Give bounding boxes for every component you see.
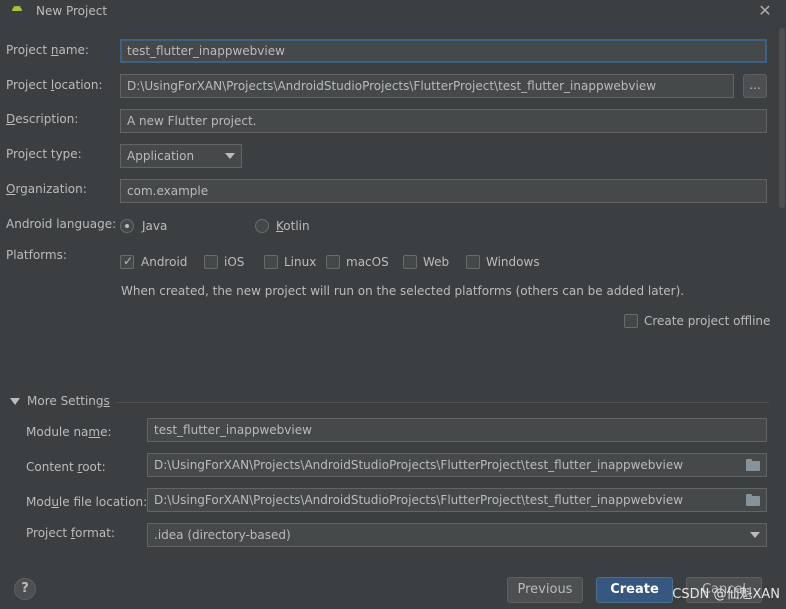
linux-platform-label[interactable]: Linux: [284, 255, 316, 269]
section-divider: [116, 402, 769, 403]
project-format-value: .idea (directory-based): [154, 528, 291, 542]
project-name-input[interactable]: test_flutter_inappwebview: [120, 39, 767, 63]
android-platform-label[interactable]: Android: [141, 255, 187, 269]
check-icon: ✓: [123, 254, 134, 268]
more-settings-toggle[interactable]: More Settings: [27, 394, 110, 408]
project-format-select[interactable]: .idea (directory-based): [147, 523, 767, 547]
content-root-input[interactable]: D:\UsingForXAN\Projects\AndroidStudioPro…: [147, 453, 767, 477]
web-platform-label[interactable]: Web: [423, 255, 449, 269]
project-name-label: Project name:: [6, 43, 89, 57]
linux-checkbox[interactable]: [264, 255, 278, 269]
module-file-location-input[interactable]: D:\UsingForXAN\Projects\AndroidStudioPro…: [147, 488, 767, 512]
project-type-label: Project type:: [6, 147, 82, 161]
window-title: New Project: [36, 4, 108, 18]
windows-checkbox[interactable]: [466, 255, 480, 269]
android-language-label: Android language:: [6, 217, 117, 231]
ios-platform-label[interactable]: iOS: [224, 255, 244, 269]
macos-checkbox[interactable]: [326, 255, 340, 269]
close-icon[interactable]: ✕: [756, 2, 774, 20]
description-label: Description:: [6, 112, 79, 126]
kotlin-label[interactable]: Kotlin: [276, 219, 310, 233]
chevron-down-icon: [750, 532, 760, 538]
web-checkbox[interactable]: [403, 255, 417, 269]
project-type-select[interactable]: Application: [120, 144, 242, 168]
organization-label: Organization:: [6, 182, 87, 196]
title-bar: New Project ✕: [0, 0, 786, 24]
description-input[interactable]: A new Flutter project.: [120, 109, 767, 133]
module-file-location-label: Module file location:: [26, 495, 148, 509]
android-icon: [12, 5, 22, 11]
organization-input[interactable]: com.example: [120, 179, 767, 203]
help-button[interactable]: ?: [14, 578, 36, 600]
ios-checkbox[interactable]: [204, 255, 218, 269]
create-button[interactable]: Create: [596, 577, 673, 603]
module-name-input[interactable]: test_flutter_inappwebview: [147, 418, 767, 442]
project-location-input[interactable]: D:\UsingForXAN\Projects\AndroidStudioPro…: [120, 74, 734, 98]
vertical-scrollbar[interactable]: [779, 28, 785, 208]
previous-button[interactable]: Previous: [507, 577, 583, 603]
folder-icon[interactable]: [746, 494, 760, 506]
browse-location-button[interactable]: ...: [743, 74, 767, 98]
offline-checkbox[interactable]: [624, 314, 638, 328]
macos-platform-label[interactable]: macOS: [346, 255, 389, 269]
kotlin-radio[interactable]: [255, 219, 269, 233]
chevron-down-icon: [225, 153, 235, 159]
java-radio[interactable]: [120, 219, 134, 233]
project-format-label: Project format:: [26, 526, 115, 540]
collapse-triangle-icon[interactable]: [10, 398, 20, 405]
platforms-hint: When created, the new project will run o…: [121, 284, 685, 298]
project-location-label: Project location:: [6, 78, 103, 92]
java-label[interactable]: Java: [142, 219, 167, 233]
windows-platform-label[interactable]: Windows: [486, 255, 540, 269]
platforms-label: Platforms:: [6, 248, 67, 262]
folder-icon[interactable]: [746, 459, 760, 471]
android-checkbox[interactable]: ✓: [120, 254, 134, 269]
content-root-label: Content root:: [26, 460, 106, 474]
module-name-label: Module name:: [26, 425, 112, 439]
offline-label[interactable]: Create project offline: [644, 314, 770, 328]
watermark: CSDN @仙魁XAN: [672, 587, 780, 602]
project-type-value: Application: [127, 149, 195, 163]
